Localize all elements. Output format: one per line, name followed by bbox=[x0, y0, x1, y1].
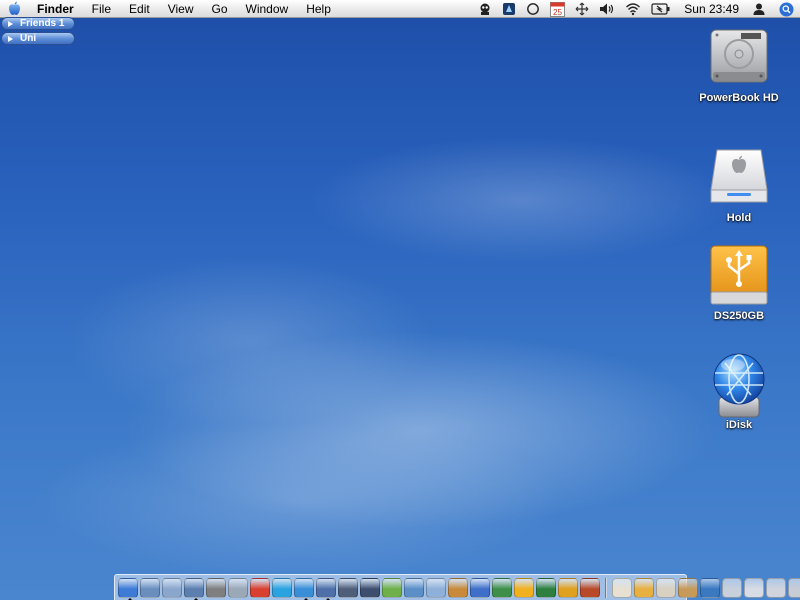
word-icon[interactable] bbox=[470, 577, 490, 598]
mail-icon[interactable] bbox=[140, 577, 160, 598]
dock-separator bbox=[605, 577, 607, 598]
user-icon[interactable] bbox=[747, 0, 771, 18]
garageband-icon[interactable] bbox=[448, 577, 468, 598]
desktop-icon-idisk[interactable]: iDisk bbox=[689, 353, 789, 431]
menu-file[interactable]: File bbox=[83, 0, 120, 18]
dock bbox=[114, 574, 800, 600]
flash-icon[interactable] bbox=[580, 577, 600, 598]
network-utility-icon[interactable] bbox=[426, 577, 446, 598]
network-icon[interactable] bbox=[228, 577, 248, 598]
desktop-icon-label: iDisk bbox=[725, 419, 753, 431]
finder-icon[interactable] bbox=[118, 577, 138, 600]
volume-icon[interactable] bbox=[594, 0, 620, 18]
chat-icon[interactable] bbox=[558, 577, 578, 598]
status-circle-icon[interactable] bbox=[521, 0, 545, 18]
menu-extras: 25 Sun 23:49 bbox=[473, 0, 800, 18]
photo-icon[interactable] bbox=[338, 577, 358, 598]
apple-menu-icon[interactable] bbox=[0, 0, 28, 18]
menu-view[interactable]: View bbox=[159, 0, 203, 18]
textedit-icon[interactable] bbox=[162, 577, 182, 598]
package-icon[interactable] bbox=[678, 577, 698, 598]
menu-window[interactable]: Window bbox=[237, 0, 298, 18]
safari-icon[interactable] bbox=[294, 577, 314, 600]
airport-wifi-icon[interactable] bbox=[620, 0, 646, 18]
drawer-uni[interactable]: Uni bbox=[1, 32, 75, 45]
desktop-icon-label: DS250GB bbox=[713, 310, 765, 322]
document-icon[interactable] bbox=[612, 577, 632, 598]
sync-icon[interactable] bbox=[570, 0, 594, 18]
desktop-icon-ds250gb[interactable]: DS250GB bbox=[689, 244, 789, 322]
menu-finder[interactable]: Finder bbox=[28, 0, 83, 18]
window-icon[interactable] bbox=[744, 577, 764, 598]
desktop-icon-hold[interactable]: Hold bbox=[689, 146, 789, 224]
window-icon[interactable] bbox=[766, 577, 786, 598]
menu-bar: Finder File Edit View Go Window Help 25 bbox=[0, 0, 800, 18]
folder-icon[interactable] bbox=[634, 577, 654, 598]
system-preferences-icon[interactable] bbox=[206, 577, 226, 598]
disclosure-triangle-icon bbox=[8, 35, 13, 42]
ical-day-label: 25 bbox=[553, 8, 562, 17]
battery-icon[interactable] bbox=[646, 0, 676, 18]
adium-menu-icon[interactable] bbox=[473, 0, 497, 18]
desktop-icon-powerbook-hd[interactable]: PowerBook HD bbox=[689, 26, 789, 104]
desktop-icon-label: PowerBook HD bbox=[699, 92, 779, 104]
document-stack-icon[interactable] bbox=[656, 577, 676, 598]
drawer-friends-label: Friends 1 bbox=[20, 18, 65, 29]
spotlight-search-icon[interactable] bbox=[771, 0, 800, 18]
menu-go[interactable]: Go bbox=[203, 0, 237, 18]
imovie-icon[interactable] bbox=[360, 577, 380, 598]
excel-icon[interactable] bbox=[492, 577, 512, 598]
drawer-uni-label: Uni bbox=[20, 33, 37, 44]
disclosure-triangle-icon bbox=[8, 20, 13, 27]
ical-menu-icon[interactable]: 25 bbox=[545, 0, 570, 18]
globe-icon[interactable] bbox=[700, 577, 720, 598]
menu-help[interactable]: Help bbox=[297, 0, 340, 18]
drawer-friends[interactable]: Friends 1 bbox=[1, 17, 75, 30]
skype-icon[interactable] bbox=[272, 577, 292, 598]
window-icon[interactable] bbox=[788, 577, 800, 598]
app-menu-icon[interactable] bbox=[497, 0, 521, 18]
grapher-icon[interactable] bbox=[536, 577, 556, 598]
external-drive-icon bbox=[707, 146, 771, 210]
window-icon[interactable] bbox=[722, 577, 742, 598]
ical-icon[interactable] bbox=[250, 577, 270, 598]
browser-icon[interactable] bbox=[316, 577, 336, 600]
idisk-icon bbox=[707, 353, 771, 418]
iphoto-icon[interactable] bbox=[404, 577, 424, 598]
desktop-icon-label: Hold bbox=[726, 212, 752, 224]
menu-edit[interactable]: Edit bbox=[120, 0, 159, 18]
hard-drive-icon bbox=[707, 26, 771, 90]
menu-clock[interactable]: Sun 23:49 bbox=[676, 0, 747, 18]
preview-icon[interactable] bbox=[184, 577, 204, 600]
itunes-icon[interactable] bbox=[382, 577, 402, 598]
usb-drive-icon bbox=[707, 244, 771, 308]
adium-icon[interactable] bbox=[514, 577, 534, 598]
